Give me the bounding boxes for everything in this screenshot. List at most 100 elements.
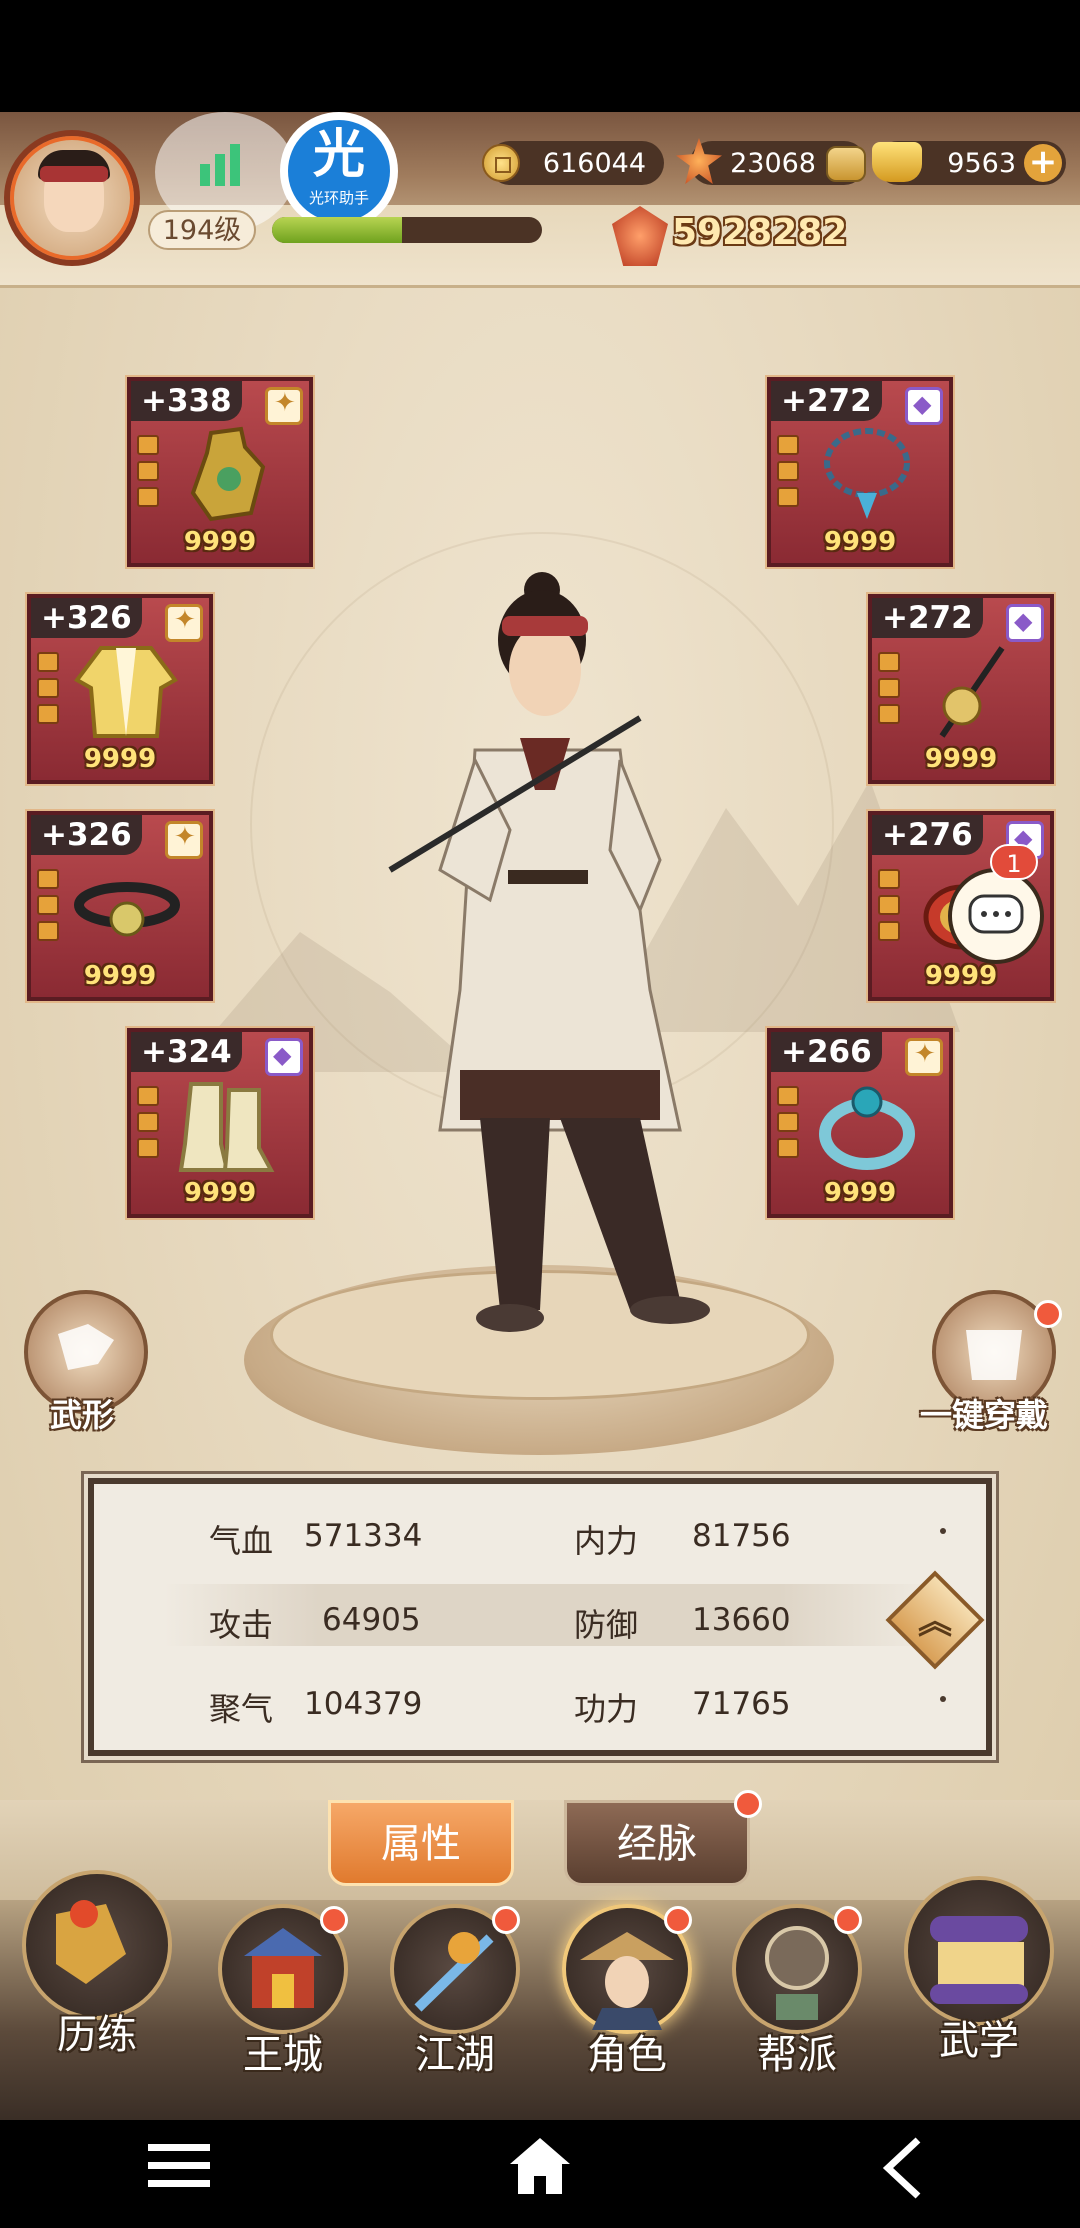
vase-icon [171,423,281,527]
gem-add-icon[interactable] [826,146,866,182]
stat-value-skill: 71765 [692,1686,791,1722]
stat-label-attack: 攻击 [209,1606,274,1644]
enhance-level: +324 [131,1032,242,1072]
stat-label-defense: 防御 [574,1606,639,1644]
socket-icon [878,652,900,672]
nav-training[interactable]: 历练 [22,1870,172,2070]
player-avatar[interactable] [4,130,140,266]
nav-label: 武学 [939,2018,1019,2064]
add-ingot-button[interactable]: + [1024,144,1062,182]
socket-icon [37,704,59,724]
notification-dot [1034,1300,1062,1328]
stat-label-skill: 功力 [574,1690,639,1728]
grade-badge [165,821,203,859]
character-figure[interactable] [380,570,740,1350]
nav-label: 江湖 [415,2032,495,2078]
socket-icon [777,1112,799,1132]
nav-character[interactable]: 角色 [552,1890,702,2090]
socket-icon [777,1138,799,1158]
socket-icon [37,895,59,915]
equip-slot-right-1[interactable]: +272 9999 [767,377,953,567]
tab-attributes[interactable]: 属性 [328,1800,514,1886]
socket-icon [137,1086,159,1106]
menu-icon[interactable] [146,2136,212,2211]
martial-form-label: 武形 [50,1396,115,1434]
one-click-equip-label: 一键穿戴 [920,1396,1049,1434]
nav-label: 角色 [587,2032,667,2078]
item-count: 9999 [83,744,157,774]
socket-icon [137,487,159,507]
socket-icon [777,435,799,455]
status-bar [0,0,1080,112]
socket-icon [878,921,900,941]
nav-label: 历练 [57,2012,137,2058]
equip-slot-left-3[interactable]: +326 9999 [27,811,213,1001]
helper-char: 光 [312,125,365,185]
stat-value-focus: 104379 [304,1686,423,1722]
helper-app-icon[interactable]: 光 光环助手 [280,112,398,230]
scroll-dot [940,1696,946,1702]
grade-badge [1006,604,1044,642]
socket-icon [878,704,900,724]
notification-dot [734,1790,762,1818]
stat-value-inner-power: 81756 [692,1518,791,1554]
nav-royal-city[interactable]: 王城 [208,1890,358,2090]
socket-icon [137,435,159,455]
grade-badge [165,604,203,642]
item-count: 9999 [83,961,157,991]
stat-label-inner-power: 内力 [574,1522,639,1560]
socket-icon [137,1138,159,1158]
chat-bubble-icon[interactable] [948,868,1044,964]
scroll-dot [940,1528,946,1534]
scroll-icon [904,1876,1054,2026]
nav-label: 帮派 [757,2032,837,2078]
socket-icon [777,487,799,507]
socket-icon [37,652,59,672]
belt-icon [71,857,181,961]
tab-meridians[interactable]: 经脉 [564,1800,750,1886]
back-icon[interactable] [880,2136,926,2215]
item-count: 9999 [924,744,998,774]
equip-slot-left-4[interactable]: +324 9999 [127,1028,313,1218]
gold-ingot-icon [872,142,922,182]
stat-row-highlight [164,1584,934,1646]
home-icon[interactable] [508,2134,572,2213]
helper-label: 光环助手 [308,189,369,207]
enhance-level: +272 [872,598,983,638]
exp-fill [272,217,402,243]
enhance-level: +326 [31,598,142,638]
nav-guild[interactable]: 帮派 [722,1890,872,2090]
socket-icon [137,461,159,481]
stat-label-hp: 气血 [209,1522,274,1560]
ingot-value: 9563 [947,147,1016,179]
enhance-level: +266 [771,1032,882,1072]
item-count: 9999 [823,527,897,557]
equip-slot-right-2[interactable]: +272 9999 [868,594,1054,784]
ring-icon [811,1074,921,1178]
socket-icon [37,678,59,698]
enhance-level: +338 [131,381,242,421]
equip-slot-left-1[interactable]: +338 9999 [127,377,313,567]
socket-icon [37,869,59,889]
socket-icon [777,1086,799,1106]
socket-icon [878,869,900,889]
stat-value-defense: 13660 [692,1602,791,1638]
equip-slot-left-2[interactable]: +326 9999 [27,594,213,784]
item-count: 9999 [924,961,998,991]
grade-badge [265,1038,303,1076]
notification-dot [492,1906,520,1934]
nav-jianghu[interactable]: 江湖 [380,1890,530,2090]
avatar-headband [40,166,108,182]
stats-panel: 气血 571334 内力 81756 攻击 64905 防御 13660 聚气 … [88,1478,992,1756]
nav-martial-arts[interactable]: 武学 [904,1876,1054,2076]
grade-badge [905,387,943,425]
equip-slot-right-4[interactable]: +266 9999 [767,1028,953,1218]
socket-icon [878,895,900,915]
copper-coin-icon [482,144,520,182]
nav-label: 王城 [243,2032,323,2078]
item-count: 9999 [183,1178,257,1208]
level-badge: 194级 [148,210,256,250]
stat-value-hp: 571334 [304,1518,423,1554]
boots-icon [171,1074,281,1178]
copper-value: 616044 [542,147,646,179]
